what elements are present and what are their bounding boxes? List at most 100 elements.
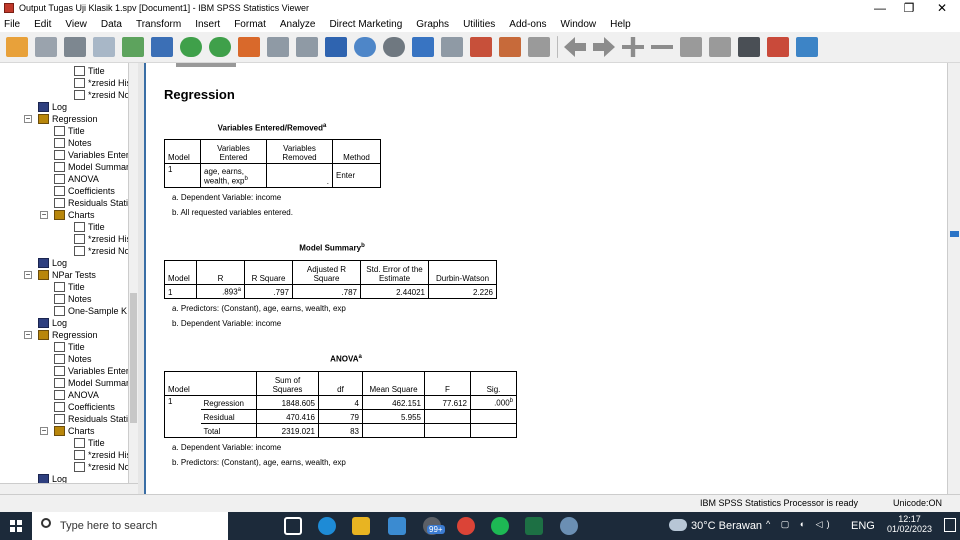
taskbar-search-box[interactable]: Type here to search	[32, 512, 228, 540]
outline-item[interactable]: Title	[74, 65, 105, 77]
outline-item[interactable]: Title	[54, 125, 85, 137]
collapse-toggle-icon[interactable]: −	[24, 331, 32, 339]
insert-image-icon[interactable]	[796, 37, 818, 57]
outline-item[interactable]: Title	[74, 221, 105, 233]
outline-horizontal-scrollbar[interactable]	[0, 483, 138, 494]
restore-button[interactable]: ❐	[893, 0, 925, 16]
task-view-icon[interactable]	[284, 517, 302, 535]
hide-icon[interactable]	[709, 37, 731, 57]
insert-text-icon[interactable]	[470, 37, 492, 57]
minimize-button[interactable]: —	[864, 0, 896, 16]
insert-heading-icon[interactable]	[412, 37, 434, 57]
outline-item[interactable]: Log	[38, 257, 67, 269]
outline-item[interactable]: *zresid No	[74, 245, 128, 257]
scroll-thumb[interactable]	[950, 231, 959, 237]
outline-item[interactable]: Title	[54, 281, 85, 293]
output-vertical-scrollbar[interactable]	[947, 63, 960, 494]
outline-item[interactable]: Log	[38, 101, 67, 113]
outline-item[interactable]: Notes	[54, 137, 92, 149]
print-preview-icon[interactable]	[93, 37, 115, 57]
outline-vertical-scrollbar[interactable]	[128, 63, 138, 483]
outline-item[interactable]: *zresid No	[74, 461, 128, 473]
outline-item[interactable]: Variables Enter	[54, 149, 128, 161]
menu-edit[interactable]: Edit	[34, 19, 51, 30]
menu-utilities[interactable]: Utilities	[463, 19, 495, 30]
chrome-icon[interactable]	[457, 517, 475, 535]
recall-dialog-icon[interactable]	[151, 37, 173, 57]
print-icon[interactable]	[64, 37, 86, 57]
menu-file[interactable]: File	[4, 19, 20, 30]
outline-item[interactable]: *zresid His	[74, 233, 128, 245]
outline-item[interactable]: *zresid No	[74, 89, 128, 101]
outline-item[interactable]: Regression	[38, 329, 98, 341]
outline-item[interactable]: Title	[54, 341, 85, 353]
save-icon[interactable]	[35, 37, 57, 57]
collapse-toggle-icon[interactable]: −	[40, 211, 48, 219]
collapse-toggle-icon[interactable]: −	[24, 271, 32, 279]
spss-taskbar-icon[interactable]	[560, 517, 578, 535]
excel-icon[interactable]	[525, 517, 543, 535]
export-icon[interactable]	[122, 37, 144, 57]
outline-item[interactable]: Regression	[38, 113, 98, 125]
outline-item[interactable]: One-Sample K	[54, 305, 127, 317]
outline-item[interactable]: Residuals Stati	[54, 413, 128, 425]
outline-item[interactable]: Charts	[54, 425, 95, 437]
outline-item[interactable]: Residuals Stati	[54, 197, 128, 209]
goto-case-icon[interactable]	[267, 37, 289, 57]
outline-item[interactable]: Charts	[54, 209, 95, 221]
close-button[interactable]: ✕	[926, 0, 958, 16]
undo-icon[interactable]	[180, 37, 202, 57]
goto-data-icon[interactable]	[238, 37, 260, 57]
outline-item[interactable]: Variables Enter	[54, 365, 128, 377]
outline-item[interactable]: ANOVA	[54, 173, 99, 185]
select-output-icon[interactable]	[354, 37, 376, 57]
weather-text[interactable]: 30°C Berawan	[691, 520, 762, 532]
outline-item[interactable]: Coefficients	[54, 401, 115, 413]
menu-help[interactable]: Help	[610, 19, 631, 30]
notification-center-icon[interactable]	[944, 518, 956, 532]
redo-icon[interactable]	[209, 37, 231, 57]
outline-item[interactable]: ANOVA	[54, 389, 99, 401]
menu-insert[interactable]: Insert	[195, 19, 220, 30]
menu-data[interactable]: Data	[101, 19, 122, 30]
language-indicator[interactable]: ENG	[851, 520, 875, 532]
outline-item[interactable]: Log	[38, 473, 67, 483]
collapse-toggle-icon[interactable]: −	[24, 115, 32, 123]
collapse-icon[interactable]	[651, 45, 673, 49]
menu-direct-marketing[interactable]: Direct Marketing	[329, 19, 402, 30]
outline-item[interactable]: *zresid His	[74, 77, 128, 89]
outline-item[interactable]: NPar Tests	[38, 269, 96, 281]
menu-add-ons[interactable]: Add-ons	[509, 19, 546, 30]
store-icon[interactable]	[388, 517, 406, 535]
forward-icon[interactable]	[593, 37, 615, 57]
menu-window[interactable]: Window	[561, 19, 597, 30]
outline-item[interactable]: Notes	[54, 293, 92, 305]
show-icon[interactable]	[680, 37, 702, 57]
start-button[interactable]	[10, 520, 22, 532]
menu-analyze[interactable]: Analyze	[280, 19, 316, 30]
outline-item[interactable]: Notes	[54, 353, 92, 365]
outline-item[interactable]: Model Summar	[54, 161, 128, 173]
open-icon[interactable]	[6, 37, 28, 57]
expand-icon[interactable]	[622, 37, 644, 57]
variables-icon[interactable]	[325, 37, 347, 57]
outline-item[interactable]: Model Summar	[54, 377, 128, 389]
outline-item[interactable]: Log	[38, 317, 67, 329]
outline-item[interactable]: *zresid His	[74, 449, 128, 461]
collapse-toggle-icon[interactable]: −	[40, 427, 48, 435]
outline-item[interactable]: Coefficients	[54, 185, 115, 197]
outline-item[interactable]: Title	[74, 437, 105, 449]
insert-chart-icon[interactable]	[499, 37, 521, 57]
designate-window-icon[interactable]	[528, 37, 550, 57]
scroll-thumb[interactable]	[130, 293, 137, 423]
insert-title-icon[interactable]	[441, 37, 463, 57]
menu-transform[interactable]: Transform	[136, 19, 181, 30]
menu-view[interactable]: View	[65, 19, 87, 30]
insert-new-text-icon[interactable]	[767, 37, 789, 57]
back-icon[interactable]	[564, 37, 586, 57]
spotify-icon[interactable]	[491, 517, 509, 535]
show-all-icon[interactable]	[383, 37, 405, 57]
clock[interactable]: 12:17 01/02/2023	[887, 514, 932, 534]
file-explorer-icon[interactable]	[352, 517, 370, 535]
menu-format[interactable]: Format	[234, 19, 266, 30]
